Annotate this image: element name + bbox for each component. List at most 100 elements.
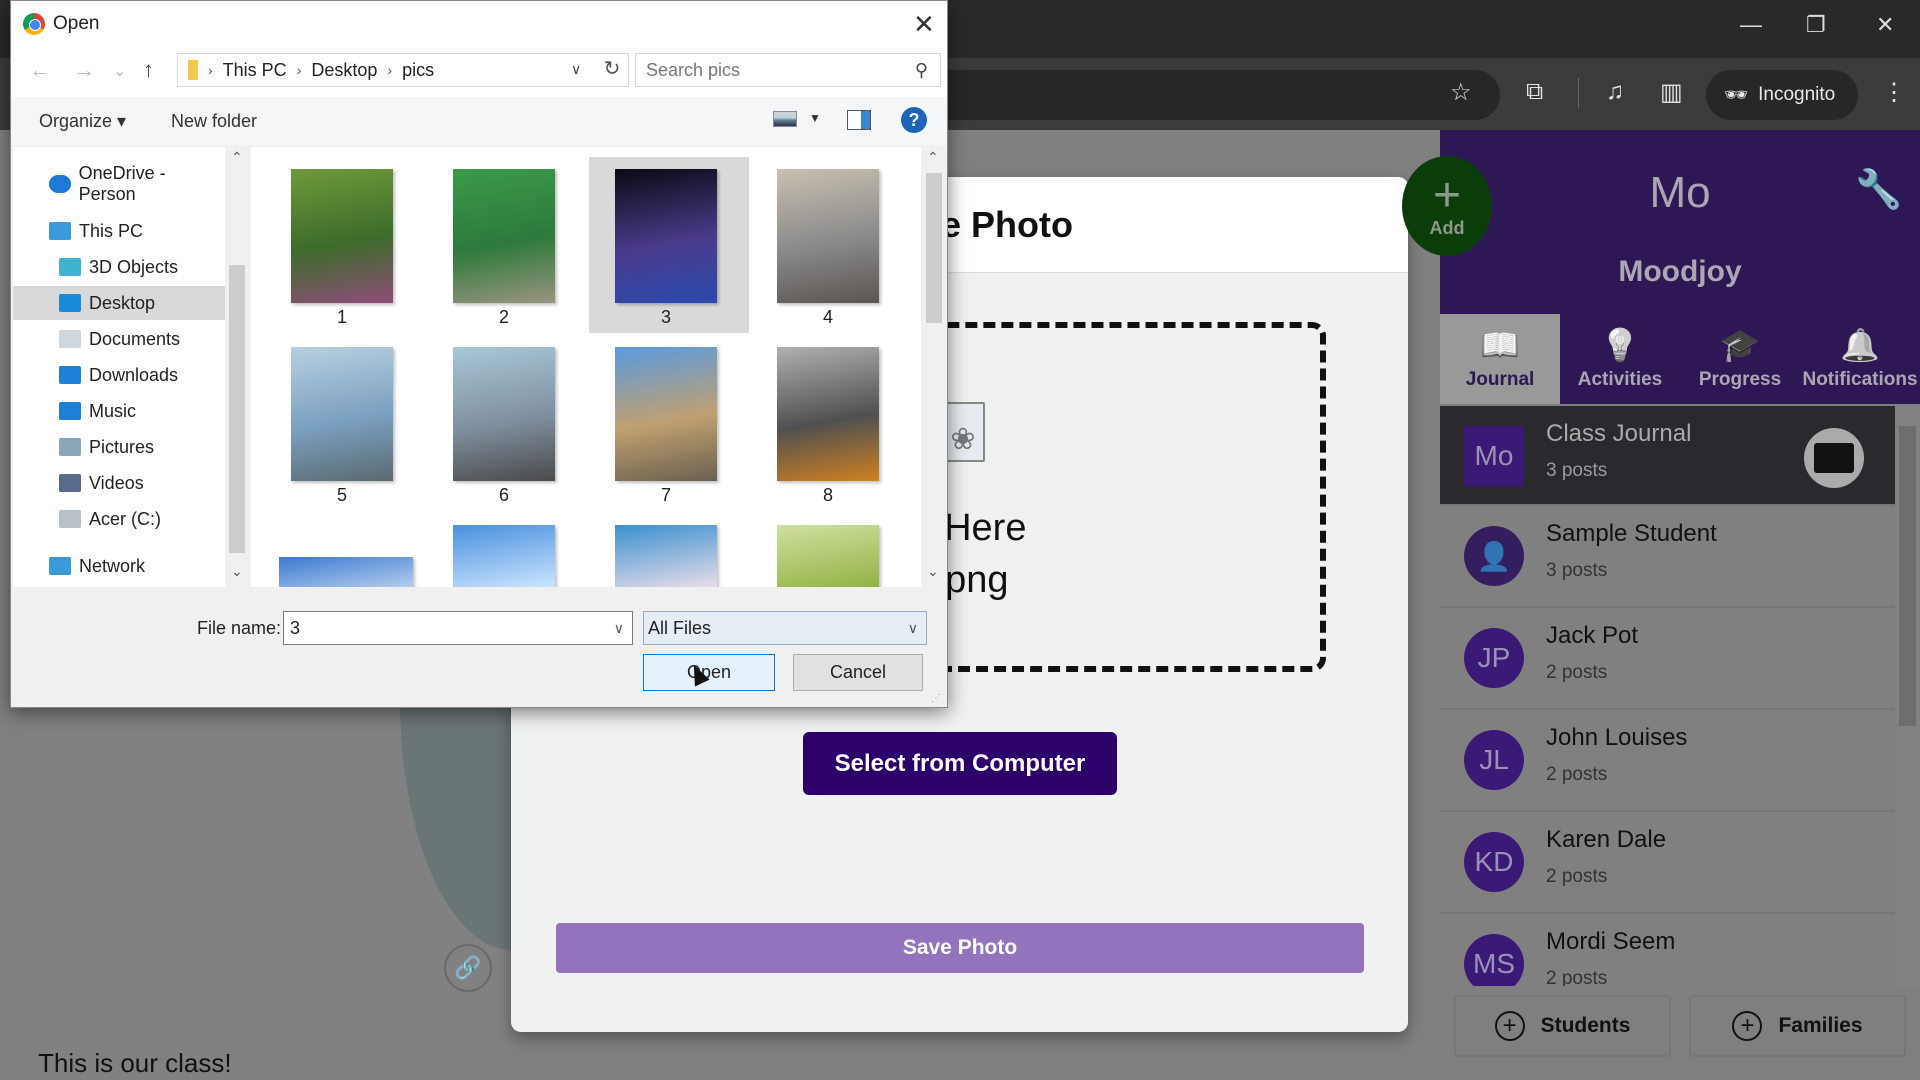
file-type-select[interactable]: All Files ∨ — [643, 611, 927, 645]
file-name: 8 — [822, 485, 833, 505]
student-item[interactable]: MS Mordi Seem 2 posts — [1440, 914, 1895, 986]
breadcrumb-desktop[interactable]: Desktop — [311, 60, 377, 81]
toolbar-divider — [1578, 78, 1579, 108]
scrollbar-thumb[interactable] — [1899, 426, 1916, 726]
address-dropdown-icon[interactable]: ∨ — [571, 61, 581, 78]
resize-grip[interactable]: ⋰ — [931, 693, 941, 704]
file-item[interactable]: 4 — [751, 157, 911, 333]
search-placeholder: Search pics — [646, 59, 741, 80]
file-name-input[interactable]: 3 ∨ — [283, 611, 633, 645]
tab-notifications[interactable]: 🔔 Notifications — [1800, 314, 1920, 404]
file-name: 2 — [498, 307, 509, 327]
file-item[interactable]: 2 — [427, 157, 587, 333]
nav-item-videos[interactable]: Videos — [13, 466, 225, 500]
file-item[interactable]: 7 — [589, 335, 749, 511]
add-students-button[interactable]: + Students — [1454, 995, 1671, 1057]
minimize-button[interactable]: — — [1740, 12, 1762, 38]
item-name: Sample Student — [1546, 520, 1717, 547]
refresh-button[interactable]: ↻ — [597, 56, 627, 86]
file-item[interactable]: 1 — [265, 157, 425, 333]
tab-label: Progress — [1698, 369, 1782, 390]
link-button[interactable]: 🔗 — [444, 944, 492, 992]
journal-list: Mo Class Journal 3 posts 👤 Sample Student 3 p… — [1440, 406, 1895, 986]
scroll-up-arrow[interactable]: ⌃ — [927, 149, 939, 166]
close-window-button[interactable]: ✕ — [1876, 12, 1894, 38]
chevron-down-icon[interactable]: ∨ — [614, 620, 624, 637]
file-grid-scrollbar[interactable]: ⌃ ⌄ — [921, 147, 947, 587]
open-file-dialog: Open ✕ ← → ⌄ ↑ › This PC › Desktop › pic… — [10, 0, 948, 708]
open-button[interactable]: Open — [643, 654, 775, 691]
search-input[interactable]: Search pics ⚲ — [635, 53, 941, 87]
back-button[interactable]: ← — [29, 57, 51, 83]
file-thumbnail — [291, 347, 393, 481]
file-item[interactable]: 8 — [751, 335, 911, 511]
folder-button[interactable] — [1804, 428, 1864, 488]
avatar: KD — [1464, 832, 1524, 892]
help-icon[interactable]: ? — [901, 107, 927, 133]
add-button[interactable]: + Add — [1402, 156, 1492, 256]
file-item[interactable]: 3 — [589, 157, 749, 333]
wrench-icon[interactable]: 🔧 — [1855, 168, 1902, 212]
scrollbar-thumb[interactable] — [926, 173, 942, 323]
save-photo-button[interactable]: Save Photo — [556, 923, 1364, 973]
up-button[interactable]: ↑ — [143, 57, 154, 83]
nav-item-music[interactable]: Music — [13, 394, 225, 428]
breadcrumb-pics[interactable]: pics — [402, 60, 434, 81]
scroll-up-arrow[interactable]: ⌃ — [231, 149, 243, 166]
file-item[interactable]: 5 — [265, 335, 425, 511]
scrollbar-thumb[interactable] — [229, 265, 245, 553]
organize-button[interactable]: Organize ▾ — [39, 111, 126, 132]
nav-item-network[interactable]: Network — [13, 549, 225, 583]
student-item[interactable]: KD Karen Dale 2 posts — [1440, 812, 1895, 914]
student-item[interactable]: JL John Louises 2 posts — [1440, 710, 1895, 812]
nav-item-desktop[interactable]: Desktop — [13, 286, 225, 320]
file-item[interactable] — [589, 513, 749, 587]
book-icon: 📖 — [1480, 327, 1520, 363]
new-folder-button[interactable]: New folder — [171, 111, 257, 132]
add-families-button[interactable]: + Families — [1689, 995, 1906, 1057]
navigation-pane-scrollbar[interactable]: ⌃ ⌄ — [225, 147, 249, 587]
star-icon[interactable]: ☆ — [1450, 78, 1472, 107]
forward-button[interactable]: → — [73, 57, 95, 83]
nav-item-acer-c[interactable]: Acer (C:) — [13, 502, 225, 536]
tab-progress[interactable]: 🎓 Progress — [1680, 314, 1800, 404]
nav-item-label: Downloads — [89, 364, 179, 385]
incognito-badge[interactable]: 🕶 Incognito — [1706, 70, 1858, 120]
preview-pane-icon[interactable] — [847, 110, 871, 130]
nav-item-downloads[interactable]: Downloads — [13, 358, 225, 392]
nav-item-onedrive-person[interactable]: OneDrive - Person — [13, 163, 225, 204]
link-icon: 🔗 — [454, 955, 482, 980]
dialog-close-button[interactable]: ✕ — [913, 9, 935, 40]
breadcrumb-this-pc[interactable]: This PC — [223, 60, 287, 81]
journal-list-scrollbar[interactable] — [1895, 406, 1920, 986]
extensions-icon[interactable]: ⧉ — [1526, 78, 1543, 106]
file-item[interactable]: 6 — [427, 335, 587, 511]
nav-item-pictures[interactable]: Pictures — [13, 430, 225, 464]
tab-journal[interactable]: 📖 Journal — [1440, 314, 1560, 404]
nav-item-this-pc[interactable]: This PC — [13, 214, 225, 248]
graduation-cap-icon: 🎓 — [1720, 327, 1760, 363]
file-item[interactable] — [427, 513, 587, 587]
scroll-down-arrow[interactable]: ⌄ — [231, 563, 243, 580]
student-item[interactable]: 👤 Sample Student 3 posts — [1440, 506, 1895, 608]
address-bar[interactable] — [940, 70, 1500, 120]
side-panel-icon[interactable]: ▥ — [1660, 78, 1683, 107]
scroll-down-arrow[interactable]: ⌄ — [927, 563, 939, 580]
file-item[interactable] — [751, 513, 911, 587]
browser-menu-icon[interactable]: ⋮ — [1882, 78, 1906, 107]
change-view-icon[interactable] — [773, 111, 797, 127]
breadcrumb[interactable]: › This PC › Desktop › pics — [177, 53, 629, 87]
tab-activities[interactable]: 💡 Activities — [1560, 314, 1680, 404]
restore-button[interactable]: ❐ — [1806, 12, 1826, 38]
view-options-dropdown[interactable]: ▼ — [809, 111, 821, 125]
cancel-button[interactable]: Cancel — [793, 654, 923, 691]
media-icon[interactable]: ♫ — [1606, 78, 1624, 106]
select-from-computer-button[interactable]: Select from Computer — [803, 732, 1117, 795]
recent-locations-button[interactable]: ⌄ — [113, 61, 126, 81]
nav-item-documents[interactable]: Documents — [13, 322, 225, 356]
class-journal-item[interactable]: Mo Class Journal 3 posts — [1440, 406, 1895, 506]
file-item[interactable] — [265, 513, 425, 587]
nav-item-label: Videos — [89, 472, 144, 493]
student-item[interactable]: JP Jack Pot 2 posts — [1440, 608, 1895, 710]
nav-item-3d-objects[interactable]: 3D Objects — [13, 250, 225, 284]
